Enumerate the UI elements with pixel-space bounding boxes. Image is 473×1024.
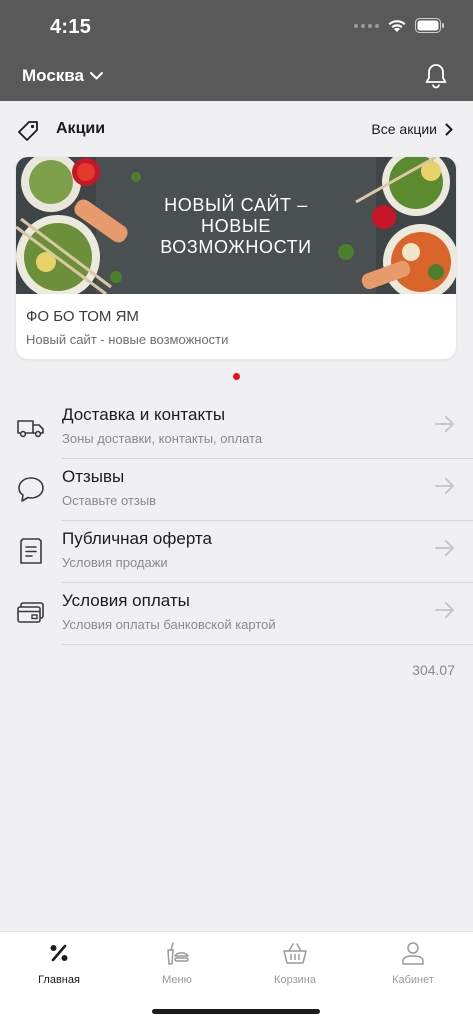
city-label: Москва	[22, 66, 84, 85]
promo-card-title: ФО БО ТОМ ЯМ	[26, 308, 139, 325]
arrow-right-icon	[435, 416, 454, 432]
arrow-right-icon	[435, 478, 454, 494]
truck-icon	[17, 420, 44, 438]
menu-item-subtitle: Зоны доставки, контакты, оплата	[62, 431, 263, 446]
tab-label: Меню	[162, 974, 192, 986]
carousel-page-indicator	[233, 373, 240, 380]
menu-item-label: Отзывы	[62, 467, 125, 486]
arrow-right-icon	[435, 602, 454, 618]
promo-card[interactable]: НОВЫЙ САЙТ – НОВЫЕ ВОЗМОЖНОСТИ ФО БО ТОМ…	[16, 157, 456, 359]
banner-line-1: НОВЫЙ САЙТ –	[164, 195, 308, 215]
wifi-icon	[388, 20, 406, 32]
all-promos-label: Все акции	[371, 121, 437, 137]
tag-icon	[18, 121, 38, 141]
speech-bubble-icon	[18, 477, 44, 502]
tab-label: Главная	[38, 974, 80, 986]
promo-card-subtitle: Новый сайт - новые возможности	[26, 332, 229, 347]
menu-item-label: Условия оплаты	[62, 591, 190, 610]
document-icon	[20, 538, 42, 564]
credit-card-icon	[17, 602, 44, 623]
menu-item-subtitle: Оставьте отзыв	[62, 493, 157, 508]
promo-title: Акции	[56, 120, 106, 137]
menu-item-offer[interactable]: Публичная оферта Условия продажи	[0, 521, 473, 583]
user-icon	[402, 942, 424, 965]
cellular-signal-icon	[354, 23, 379, 28]
city-selector[interactable]: Москва	[22, 66, 103, 86]
menu-item-delivery[interactable]: Доставка и контакты Зоны доставки, конта…	[0, 397, 473, 459]
promo-section-header: Акции Все акции	[16, 117, 457, 145]
tab-cart[interactable]: Корзина	[236, 940, 354, 992]
food-icon	[167, 942, 189, 965]
app-version: 304.07	[412, 662, 455, 678]
home-indicator	[152, 1009, 320, 1014]
arrow-right-icon	[435, 540, 454, 556]
menu-item-reviews[interactable]: Отзывы Оставьте отзыв	[0, 459, 473, 521]
bell-icon[interactable]	[425, 63, 447, 89]
divider	[62, 644, 473, 645]
menu-item-subtitle: Условия оплаты банковской картой	[62, 617, 276, 632]
all-promos-link[interactable]: Все акции	[371, 121, 453, 137]
basket-icon	[283, 943, 307, 964]
tab-label: Кабинет	[392, 974, 434, 986]
tab-menu[interactable]: Меню	[118, 940, 236, 992]
menu-item-label: Публичная оферта	[62, 529, 212, 548]
tab-label: Корзина	[274, 974, 316, 986]
percent-icon	[50, 944, 68, 962]
tab-home[interactable]: Главная	[0, 940, 118, 992]
status-icons	[354, 18, 445, 33]
menu-item-label: Доставка и контакты	[62, 405, 226, 424]
tab-account[interactable]: Кабинет	[354, 940, 472, 992]
menu-item-subtitle: Условия продажи	[62, 555, 168, 570]
app-header: 4:15 Москва	[0, 0, 473, 101]
promo-banner-text: НОВЫЙ САЙТ – НОВЫЕ ВОЗМОЖНОСТИ	[121, 195, 351, 258]
banner-line-2: НОВЫЕ	[201, 216, 271, 236]
chevron-right-icon	[445, 123, 453, 135]
status-time: 4:15	[50, 16, 92, 38]
battery-icon	[415, 18, 444, 33]
banner-line-3: ВОЗМОЖНОСТИ	[160, 237, 312, 257]
chevron-down-icon	[89, 72, 103, 80]
menu-item-payment[interactable]: Условия оплаты Условия оплаты банковской…	[0, 583, 473, 645]
